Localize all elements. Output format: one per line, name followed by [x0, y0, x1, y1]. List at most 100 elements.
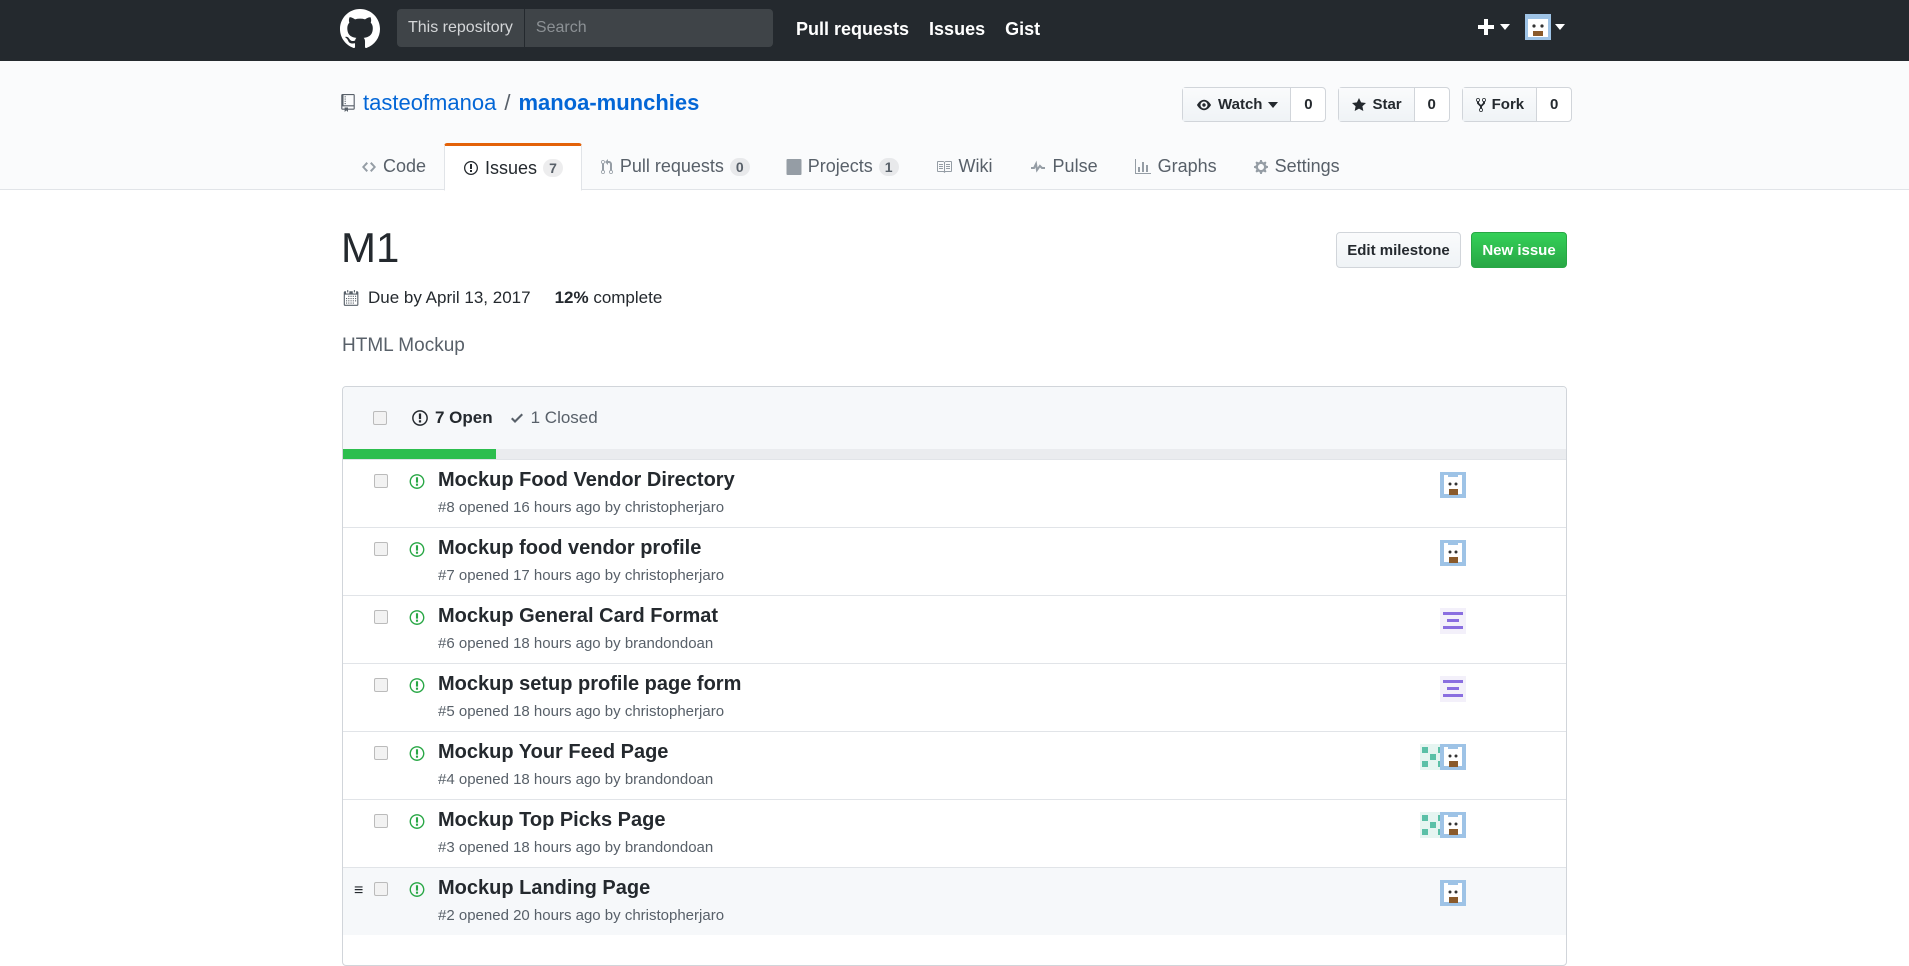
- issue-opened-icon: [464, 161, 479, 175]
- gear-icon: [1253, 159, 1268, 174]
- issue-title-link[interactable]: Mockup General Card Format: [438, 605, 718, 628]
- assignees: [1440, 608, 1466, 634]
- tab-wiki[interactable]: Wiki: [917, 143, 1011, 190]
- issue-state-filters: 7 Open 1 Closed: [411, 408, 598, 428]
- issue-opened-icon: [409, 881, 425, 898]
- issue-opened-icon: [409, 609, 425, 626]
- issue-checkbox[interactable]: [374, 542, 388, 556]
- issue-row[interactable]: Mockup General Card Format #6 opened 18 h…: [343, 595, 1566, 663]
- avatar: [1525, 14, 1551, 40]
- repo-owner-link[interactable]: tasteofmanoa: [363, 90, 496, 116]
- tab-label: Code: [383, 156, 427, 176]
- watch-group: Watch 0: [1182, 87, 1327, 122]
- create-new-menu[interactable]: [1476, 17, 1510, 37]
- tab-issues[interactable]: Issues 7: [444, 143, 582, 191]
- pulse-icon: [1030, 160, 1045, 173]
- drag-handle-icon[interactable]: ≡: [354, 882, 363, 900]
- closed-issues-filter[interactable]: 1 Closed: [509, 408, 598, 428]
- issue-title-link[interactable]: Mockup Landing Page: [438, 877, 650, 900]
- issue-title-link[interactable]: Mockup food vendor profile: [438, 537, 701, 560]
- issue-title-link[interactable]: Mockup setup profile page form: [438, 673, 741, 696]
- issue-title-link[interactable]: Mockup Food Vendor Directory: [438, 469, 735, 492]
- assignee-avatar[interactable]: [1440, 744, 1466, 770]
- code-icon: [362, 161, 376, 172]
- watch-label: Watch: [1218, 96, 1263, 113]
- issue-row[interactable]: ≡ Mockup Landing Page #2 opened 20 hours a…: [343, 867, 1566, 935]
- repo-nav: Code Issues 7 Pull requests 0 Projects 1…: [343, 143, 1358, 191]
- tab-code[interactable]: Code: [343, 143, 444, 190]
- issue-opened-icon: [409, 745, 425, 762]
- issue-checkbox[interactable]: [374, 610, 388, 624]
- assignee-avatar[interactable]: [1440, 812, 1466, 838]
- assignee-avatar[interactable]: [1440, 540, 1466, 566]
- issue-row[interactable]: Mockup Food Vendor Directory #8 opened 16…: [343, 459, 1566, 527]
- assignee-avatar[interactable]: [1440, 880, 1466, 906]
- repo-name-link[interactable]: manoa-munchies: [518, 90, 699, 116]
- assignees: [1440, 676, 1466, 702]
- tab-pull-requests[interactable]: Pull requests 0: [582, 143, 768, 190]
- issue-opened-icon: [412, 410, 428, 426]
- issue-opened-icon: [409, 541, 425, 558]
- issue-row[interactable]: Mockup food vendor profile #7 opened 17 h…: [343, 527, 1566, 595]
- fork-count[interactable]: 0: [1537, 88, 1571, 121]
- repo-title: tasteofmanoa / manoa-munchies: [341, 90, 699, 116]
- tab-settings[interactable]: Settings: [1235, 143, 1358, 190]
- issue-row[interactable]: Mockup Top Picks Page #3 opened 18 hours …: [343, 799, 1566, 867]
- repo-actions: Watch 0 Star 0 Fork 0: [1182, 87, 1573, 122]
- star-button[interactable]: Star: [1339, 88, 1415, 121]
- milestone-meta: Due by April 13, 2017 12% complete: [342, 288, 662, 308]
- tab-label: Wiki: [958, 156, 993, 176]
- nav-pull-requests[interactable]: Pull requests: [796, 19, 909, 40]
- star-group: Star 0: [1338, 87, 1450, 122]
- tab-label: Projects: [807, 156, 873, 176]
- star-count[interactable]: 0: [1415, 88, 1449, 121]
- issue-opened-icon: [409, 677, 425, 694]
- assignee-avatar[interactable]: [1440, 608, 1466, 634]
- issue-meta: #5 opened 18 hours ago by christopherjar…: [438, 703, 725, 720]
- tab-label: Pulse: [1052, 156, 1098, 176]
- edit-milestone-button[interactable]: Edit milestone: [1336, 232, 1461, 268]
- issue-title-link[interactable]: Mockup Your Feed Page: [438, 741, 668, 764]
- progress-fill: [343, 449, 496, 459]
- watch-button[interactable]: Watch: [1183, 88, 1292, 121]
- fork-button[interactable]: Fork: [1462, 88, 1538, 121]
- fork-icon: [1475, 97, 1486, 112]
- issues-counter: 7: [543, 159, 563, 177]
- star-icon: [1352, 97, 1367, 111]
- issue-checkbox[interactable]: [374, 746, 388, 760]
- issue-checkbox[interactable]: [374, 678, 388, 692]
- calendar-icon: [343, 290, 359, 306]
- tab-pulse[interactable]: Pulse: [1011, 143, 1116, 190]
- pr-counter: 0: [729, 157, 750, 176]
- issue-checkbox[interactable]: [374, 882, 388, 896]
- select-all-checkbox[interactable]: [373, 411, 387, 425]
- github-logo-icon[interactable]: [340, 9, 380, 49]
- search-input[interactable]: [524, 9, 765, 47]
- issue-checkbox[interactable]: [374, 814, 388, 828]
- assignee-avatar[interactable]: [1440, 472, 1466, 498]
- header-nav: Pull requests Issues Gist: [796, 0, 1060, 58]
- graph-icon: [1134, 158, 1151, 174]
- closed-count-label: 1 Closed: [530, 408, 598, 427]
- milestone-title: M1: [341, 224, 400, 271]
- open-issues-filter[interactable]: 7 Open: [411, 408, 493, 428]
- search-scope-label: This repository: [397, 9, 525, 47]
- tab-projects[interactable]: Projects 1: [768, 143, 917, 190]
- nav-gist[interactable]: Gist: [1005, 19, 1040, 40]
- issue-meta: #6 opened 18 hours ago by brandondoan: [438, 635, 714, 652]
- user-menu[interactable]: [1525, 14, 1565, 40]
- issue-row[interactable]: Mockup Your Feed Page #4 opened 18 hours …: [343, 731, 1566, 799]
- issue-opened-icon: [409, 813, 425, 830]
- search-box: This repository: [397, 9, 773, 47]
- new-issue-button[interactable]: New issue: [1471, 232, 1567, 268]
- issue-title-link[interactable]: Mockup Top Picks Page: [438, 809, 665, 832]
- tab-label: Issues: [485, 157, 538, 178]
- issue-checkbox[interactable]: [374, 474, 388, 488]
- tab-graphs[interactable]: Graphs: [1116, 143, 1235, 190]
- nav-issues[interactable]: Issues: [929, 19, 985, 40]
- assignee-avatar[interactable]: [1440, 676, 1466, 702]
- plus-icon: [1478, 19, 1494, 35]
- percent-suffix: complete: [588, 288, 663, 307]
- issue-row[interactable]: Mockup setup profile page form #5 opened …: [343, 663, 1566, 731]
- watch-count[interactable]: 0: [1291, 88, 1325, 121]
